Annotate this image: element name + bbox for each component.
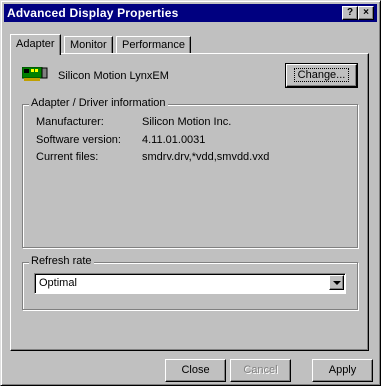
- chevron-down-icon[interactable]: [329, 275, 344, 290]
- software-version-value: 4.11.01.0031: [142, 134, 206, 146]
- current-files-label: Current files:: [36, 151, 99, 163]
- display-adapter-card-icon: [22, 67, 48, 81]
- change-button[interactable]: Change...: [285, 63, 358, 88]
- close-button[interactable]: Close: [165, 359, 226, 382]
- refresh-rate-legend: Refresh rate: [29, 255, 94, 267]
- help-button[interactable]: ?: [342, 6, 358, 20]
- tab-performance[interactable]: Performance: [116, 36, 191, 53]
- adapter-name: Silicon Motion LynxEM: [58, 70, 169, 82]
- current-files-value: smdrv.drv,*vdd,smvdd.vxd: [142, 151, 270, 163]
- tab-adapter[interactable]: Adapter: [10, 34, 61, 55]
- manufacturer-value: Silicon Motion Inc.: [142, 116, 232, 128]
- apply-button[interactable]: Apply: [312, 359, 373, 382]
- driver-info-legend: Adapter / Driver information: [29, 97, 168, 109]
- refresh-rate-value: Optimal: [39, 277, 77, 289]
- manufacturer-label: Manufacturer:: [36, 116, 104, 128]
- tab-monitor[interactable]: Monitor: [64, 36, 113, 53]
- software-version-label: Software version:: [36, 134, 121, 146]
- window-title: Advanced Display Properties: [7, 6, 179, 20]
- refresh-rate-select[interactable]: Optimal: [34, 273, 346, 294]
- close-window-button[interactable]: ×: [358, 6, 374, 20]
- change-button-label: Change...: [293, 68, 350, 82]
- cancel-button: Cancel: [230, 359, 291, 382]
- title-bar: Advanced Display Properties ? ×: [4, 4, 377, 22]
